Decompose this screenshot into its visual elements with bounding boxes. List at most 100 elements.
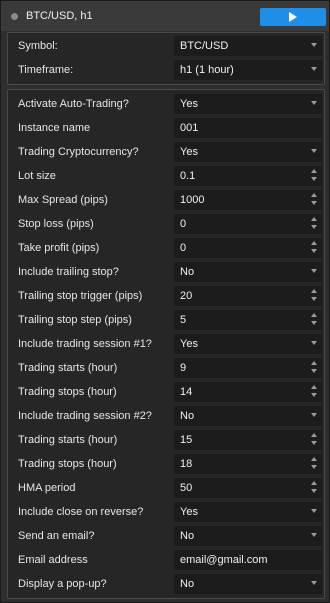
trading-stops-hour-stepper[interactable]: 18 bbox=[174, 454, 322, 474]
param-label: Trading starts (hour) bbox=[18, 434, 118, 446]
spin-down-icon[interactable] bbox=[311, 201, 317, 205]
chevron-down-icon[interactable] bbox=[311, 341, 317, 345]
timeframe-dropdown[interactable]: h1 (1 hour) bbox=[174, 60, 322, 80]
chevron-down-icon[interactable] bbox=[311, 581, 317, 585]
chevron-down-icon[interactable] bbox=[311, 533, 317, 537]
param-row-include-trading-session-2: Include trading session #2? No bbox=[8, 404, 324, 428]
param-value: Yes bbox=[180, 98, 198, 110]
param-label: Trailing stop trigger (pips) bbox=[18, 290, 143, 302]
spin-down-icon[interactable] bbox=[311, 177, 317, 181]
chevron-down-icon[interactable] bbox=[311, 149, 317, 153]
play-button[interactable] bbox=[260, 8, 326, 26]
param-value: 001 bbox=[180, 122, 199, 134]
spin-down-icon[interactable] bbox=[311, 297, 317, 301]
param-label: Trading stops (hour) bbox=[18, 386, 117, 398]
stop-loss-pips-stepper[interactable]: 0 bbox=[174, 214, 322, 234]
param-label: Activate Auto-Trading? bbox=[18, 98, 129, 110]
param-value: 18 bbox=[180, 458, 193, 470]
spin-up-icon[interactable] bbox=[311, 169, 317, 173]
include-trailing-stop-dropdown[interactable]: No bbox=[174, 262, 322, 282]
param-label: Stop loss (pips) bbox=[18, 218, 94, 230]
spin-up-icon[interactable] bbox=[311, 361, 317, 365]
param-row-hma-period: HMA period 50 bbox=[8, 476, 324, 500]
symbol-panel: Symbol: BTC/USD Timeframe: h1 (1 hour) bbox=[7, 32, 325, 85]
param-value: 1000 bbox=[180, 194, 205, 206]
spin-down-icon[interactable] bbox=[311, 249, 317, 253]
chevron-down-icon[interactable] bbox=[311, 67, 317, 71]
param-label: Trailing stop step (pips) bbox=[18, 314, 132, 326]
chevron-down-icon[interactable] bbox=[311, 43, 317, 47]
trading-cryptocurrency-dropdown[interactable]: Yes bbox=[174, 142, 322, 162]
send-an-email-dropdown[interactable]: No bbox=[174, 526, 322, 546]
symbol-dropdown[interactable]: BTC/USD bbox=[174, 36, 322, 56]
param-row-trailing-stop-trigger-pips: Trailing stop trigger (pips) 20 bbox=[8, 284, 324, 308]
include-trading-session-1-dropdown[interactable]: Yes bbox=[174, 334, 322, 354]
chevron-down-icon[interactable] bbox=[311, 413, 317, 417]
param-value: BTC/USD bbox=[180, 40, 229, 52]
param-value: No bbox=[180, 410, 195, 422]
param-row-include-trading-session-1: Include trading session #1? Yes bbox=[8, 332, 324, 356]
spin-up-icon[interactable] bbox=[311, 481, 317, 485]
include-close-on-reverse-dropdown[interactable]: Yes bbox=[174, 502, 322, 522]
trailing-stop-step-pips-stepper[interactable]: 5 bbox=[174, 310, 322, 330]
chevron-down-icon[interactable] bbox=[311, 269, 317, 273]
spin-down-icon[interactable] bbox=[311, 369, 317, 373]
param-value: 14 bbox=[180, 386, 193, 398]
spin-down-icon[interactable] bbox=[311, 441, 317, 445]
chevron-down-icon[interactable] bbox=[311, 101, 317, 105]
param-row-include-close-on-reverse: Include close on reverse? Yes bbox=[8, 500, 324, 524]
chevron-down-icon[interactable] bbox=[311, 509, 317, 513]
activate-auto-trading-dropdown[interactable]: Yes bbox=[174, 94, 322, 114]
spin-down-icon[interactable] bbox=[311, 321, 317, 325]
trading-stops-hour-stepper[interactable]: 14 bbox=[174, 382, 322, 402]
settings-window: BTC/USD, h1 Symbol: BTC/USD Timeframe: h1 (… bbox=[0, 0, 330, 603]
spin-up-icon[interactable] bbox=[311, 289, 317, 293]
param-row-stop-loss-pips: Stop loss (pips) 0 bbox=[8, 212, 324, 236]
lot-size-stepper[interactable]: 0.1 bbox=[174, 166, 322, 186]
spin-up-icon[interactable] bbox=[311, 385, 317, 389]
spin-up-icon[interactable] bbox=[311, 193, 317, 197]
spin-up-icon[interactable] bbox=[311, 313, 317, 317]
param-value: No bbox=[180, 530, 195, 542]
window-title: BTC/USD, h1 bbox=[26, 10, 93, 22]
spin-down-icon[interactable] bbox=[311, 393, 317, 397]
param-value: email@gmail.com bbox=[180, 554, 268, 566]
spin-up-icon[interactable] bbox=[311, 217, 317, 221]
trading-starts-hour-stepper[interactable]: 9 bbox=[174, 358, 322, 378]
spin-down-icon[interactable] bbox=[311, 225, 317, 229]
spin-up-icon[interactable] bbox=[311, 433, 317, 437]
max-spread-pips-stepper[interactable]: 1000 bbox=[174, 190, 322, 210]
param-label: Send an email? bbox=[18, 530, 95, 542]
param-label: Include trailing stop? bbox=[18, 266, 119, 278]
param-label: Email address bbox=[18, 554, 88, 566]
title-bar: BTC/USD, h1 bbox=[1, 1, 329, 31]
param-value: Yes bbox=[180, 506, 198, 518]
instance-name-field[interactable]: 001 bbox=[174, 118, 322, 138]
param-row-trading-stops-hour: Trading stops (hour) 14 bbox=[8, 380, 324, 404]
param-value: 20 bbox=[180, 290, 193, 302]
param-row-trailing-stop-step-pips: Trailing stop step (pips) 5 bbox=[8, 308, 324, 332]
take-profit-pips-stepper[interactable]: 0 bbox=[174, 238, 322, 258]
param-value: 9 bbox=[180, 362, 187, 374]
include-trading-session-2-dropdown[interactable]: No bbox=[174, 406, 322, 426]
trading-starts-hour-stepper[interactable]: 15 bbox=[174, 430, 322, 450]
param-label: Include trading session #2? bbox=[18, 410, 152, 422]
spin-up-icon[interactable] bbox=[311, 457, 317, 461]
param-row-send-an-email: Send an email? No bbox=[8, 524, 324, 548]
spin-down-icon[interactable] bbox=[311, 489, 317, 493]
hma-period-stepper[interactable]: 50 bbox=[174, 478, 322, 498]
param-value: Yes bbox=[180, 146, 198, 158]
email-address-field[interactable]: email@gmail.com bbox=[174, 550, 322, 570]
param-row-trading-cryptocurrency: Trading Cryptocurrency? Yes bbox=[8, 140, 324, 164]
param-label: Instance name bbox=[18, 122, 91, 134]
trailing-stop-trigger-pips-stepper[interactable]: 20 bbox=[174, 286, 322, 306]
spin-up-icon[interactable] bbox=[311, 241, 317, 245]
param-value: 15 bbox=[180, 434, 193, 446]
display-a-pop-up-dropdown[interactable]: No bbox=[174, 574, 322, 594]
param-label: Include trading session #1? bbox=[18, 338, 152, 350]
param-label: Include close on reverse? bbox=[18, 506, 144, 518]
spin-down-icon[interactable] bbox=[311, 465, 317, 469]
parameters-panel: Activate Auto-Trading? Yes Instance name 00… bbox=[7, 89, 325, 599]
param-row-email-address: Email address email@gmail.com bbox=[8, 548, 324, 572]
param-label: HMA period bbox=[18, 482, 76, 494]
